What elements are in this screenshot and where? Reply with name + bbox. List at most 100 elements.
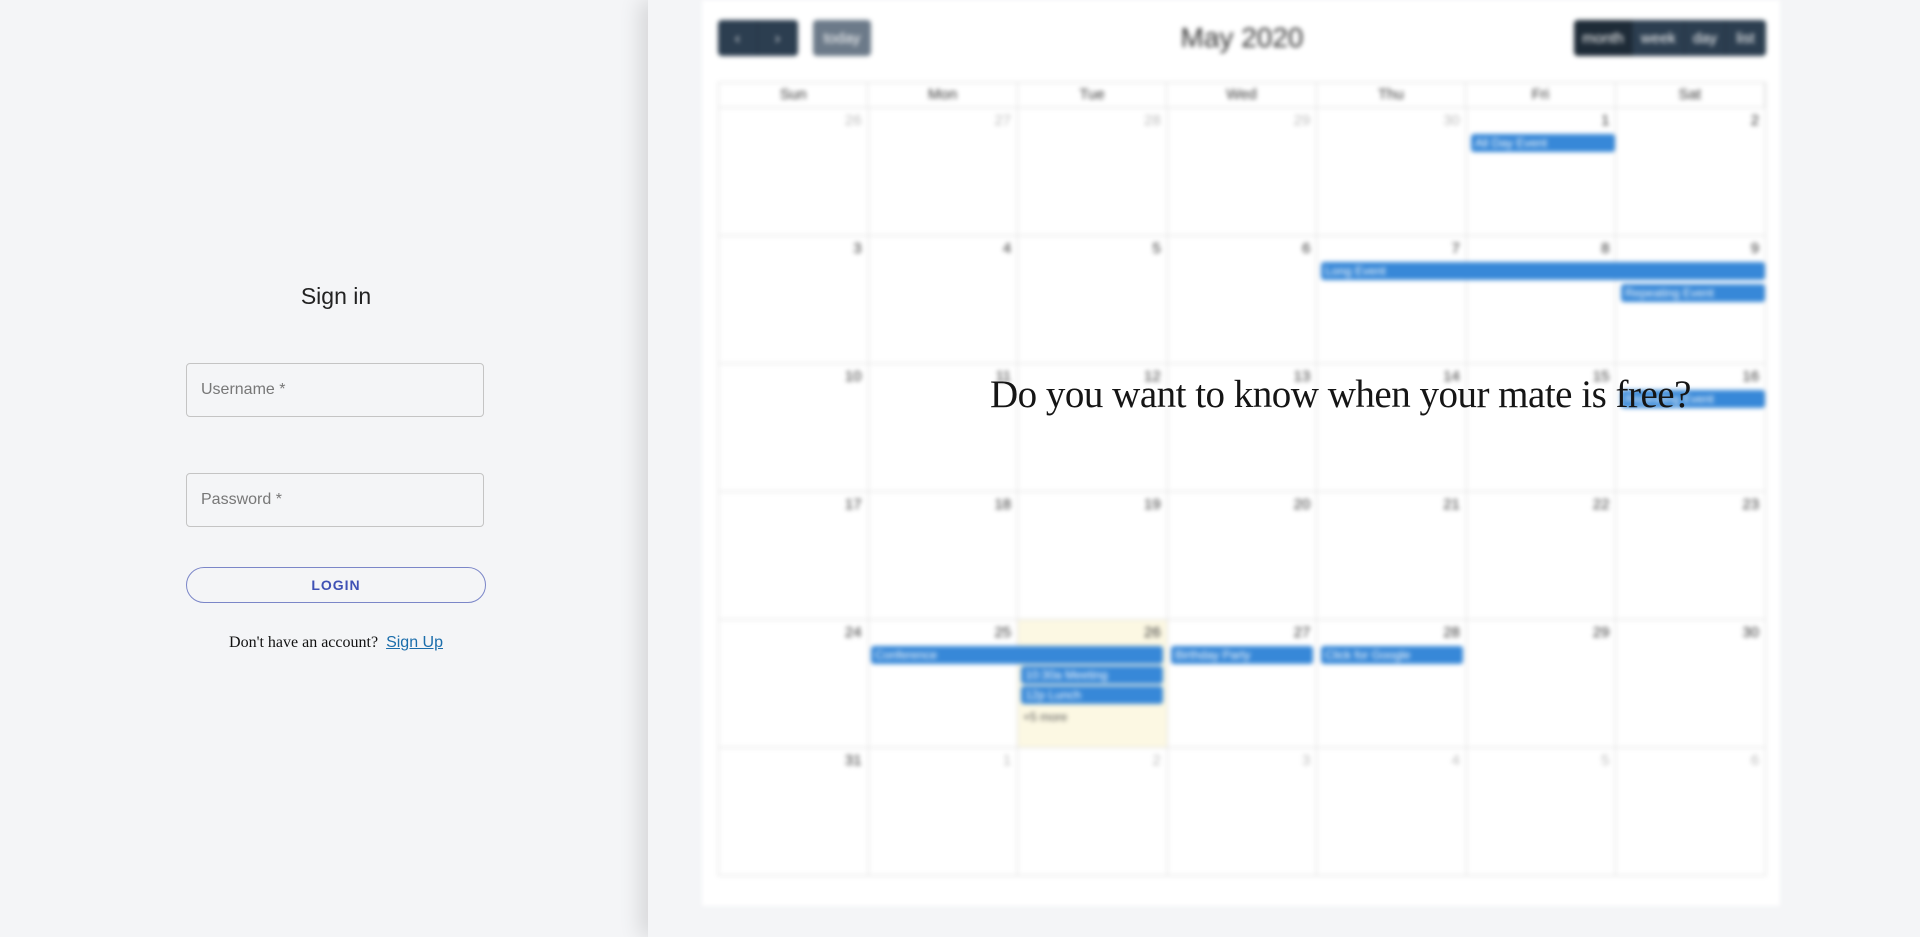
day-number: 27 xyxy=(994,112,1012,129)
day-number: 17 xyxy=(844,496,862,513)
calendar-day: 10 xyxy=(719,364,869,491)
day-number: 30 xyxy=(1742,624,1760,641)
calendar-day: 2 xyxy=(1616,108,1767,235)
username-field-wrapper xyxy=(186,363,484,417)
calendar-day: 8 xyxy=(1467,236,1617,363)
calendar-day: 24 xyxy=(719,620,869,747)
calendar-event: Click for Google xyxy=(1321,646,1463,664)
calendar-event: Long Event xyxy=(1321,262,1765,280)
day-number: 24 xyxy=(844,624,862,641)
calendar-event: Birthday Party xyxy=(1171,646,1313,664)
dow-mon: Mon xyxy=(868,83,1018,107)
calendar-day: 29 xyxy=(1467,620,1617,747)
calendar-day: 21 xyxy=(1317,492,1467,619)
login-button[interactable]: LOGIN xyxy=(186,567,486,603)
day-number: 20 xyxy=(1293,496,1311,513)
tagline: Do you want to know when your mate is fr… xyxy=(990,373,1691,416)
no-account-text: Don't have an account? xyxy=(229,634,379,651)
calendar-toolbar: ‹ › today May 2020 month week day list xyxy=(718,20,1766,58)
calendar-day: 6 xyxy=(1616,748,1767,875)
dow-sun: Sun xyxy=(719,83,869,107)
signin-title: Sign in xyxy=(300,283,372,309)
calendar-week: 17 18 19 20 21 22 23 xyxy=(718,492,1767,620)
day-number: 31 xyxy=(844,752,862,769)
day-number: 8 xyxy=(1601,240,1610,257)
calendar-day: 18 xyxy=(869,492,1019,619)
calendar-day: 3 xyxy=(719,236,869,363)
day-of-week-header: Sun Mon Tue Wed Thu Fri Sat xyxy=(718,82,1766,108)
view-button-group: month week day list xyxy=(1574,20,1766,56)
dow-tue: Tue xyxy=(1018,83,1168,107)
dow-sat: Sat xyxy=(1616,83,1765,107)
calendar-event: Conference xyxy=(871,646,1163,664)
calendar-day: 20 xyxy=(1168,492,1318,619)
day-number: 29 xyxy=(1592,624,1610,641)
calendar-day: 28 xyxy=(1317,620,1467,747)
calendar-day: 31 xyxy=(719,748,869,875)
calendar-week: 31 1 2 3 4 5 6 xyxy=(718,748,1767,876)
day-number: 23 xyxy=(1742,496,1760,513)
day-number: 4 xyxy=(1002,240,1012,257)
calendar-week: 3 4 5 6 7 8 9 Long Event Repeating Event xyxy=(718,236,1767,364)
day-number: 26 xyxy=(1144,624,1161,641)
signup-link[interactable]: Sign Up xyxy=(386,634,443,651)
day-number: 28 xyxy=(1443,624,1460,641)
calendar-day: 5 xyxy=(1467,748,1617,875)
calendar-week: 26 27 28 29 30 1 2 All Day Event xyxy=(718,108,1767,236)
calendar-day: 5 xyxy=(1018,236,1168,363)
day-number: 2 xyxy=(1152,752,1161,769)
calendar-day: 4 xyxy=(1317,748,1467,875)
day-number: 21 xyxy=(1443,496,1460,513)
day-number: 16 xyxy=(1742,368,1760,385)
calendar-week: 24 25 26 27 28 29 30 Conference 10:30a M… xyxy=(718,620,1767,748)
day-number: 29 xyxy=(1293,112,1311,129)
dow-wed: Wed xyxy=(1167,83,1317,107)
password-input[interactable] xyxy=(187,474,483,526)
view-month-button: month xyxy=(1574,20,1633,56)
calendar-day: 25 xyxy=(869,620,1019,747)
day-number: 4 xyxy=(1451,752,1460,769)
day-number: 22 xyxy=(1592,496,1610,513)
calendar-day: 30 xyxy=(1616,620,1767,747)
dow-thu: Thu xyxy=(1317,83,1467,107)
calendar-day: 7 xyxy=(1317,236,1467,363)
calendar-day: 28 xyxy=(1018,108,1168,235)
day-number: 25 xyxy=(994,624,1012,641)
day-number: 9 xyxy=(1750,240,1760,257)
day-number: 27 xyxy=(1293,624,1311,641)
day-number: 18 xyxy=(994,496,1012,513)
view-list-button: list xyxy=(1726,20,1766,56)
calendar-day: 4 xyxy=(869,236,1019,363)
day-number: 10 xyxy=(844,368,862,385)
day-number: 1 xyxy=(1601,112,1610,129)
day-number: 19 xyxy=(1144,496,1161,513)
calendar-day: 30 xyxy=(1317,108,1467,235)
calendar-card: ‹ › today May 2020 month week day list S… xyxy=(702,0,1780,906)
day-number: 30 xyxy=(1443,112,1460,129)
day-number: 1 xyxy=(1002,752,1012,769)
calendar-day: 26 xyxy=(719,108,869,235)
day-number: 26 xyxy=(844,112,862,129)
signup-row: Don't have an account? Sign Up xyxy=(0,634,672,652)
calendar-day: 1 xyxy=(1467,108,1617,235)
calendar-day: 1 xyxy=(869,748,1019,875)
day-number: 6 xyxy=(1750,752,1760,769)
view-day-button: day xyxy=(1684,20,1726,56)
calendar-panel: ‹ › today May 2020 month week day list S… xyxy=(648,0,1920,937)
calendar-day: 27 xyxy=(1168,620,1318,747)
more-events-link: +5 more xyxy=(1023,710,1068,724)
calendar-event: Repeating Event xyxy=(1621,284,1765,302)
username-input[interactable] xyxy=(187,364,483,416)
dow-fri: Fri xyxy=(1466,83,1616,107)
calendar-event: 12p Lunch xyxy=(1021,686,1163,704)
calendar-day: 22 xyxy=(1467,492,1617,619)
password-field-wrapper xyxy=(186,473,484,527)
day-number: 3 xyxy=(1301,752,1311,769)
calendar-grid: Sun Mon Tue Wed Thu Fri Sat 26 27 28 29 … xyxy=(718,82,1767,882)
calendar-day: 23 xyxy=(1616,492,1767,619)
day-number: 3 xyxy=(853,240,862,257)
view-week-button: week xyxy=(1632,20,1685,56)
calendar-blurred-background: ‹ › today May 2020 month week day list S… xyxy=(648,0,1920,937)
calendar-day: 19 xyxy=(1018,492,1168,619)
calendar-day: 2 xyxy=(1018,748,1168,875)
